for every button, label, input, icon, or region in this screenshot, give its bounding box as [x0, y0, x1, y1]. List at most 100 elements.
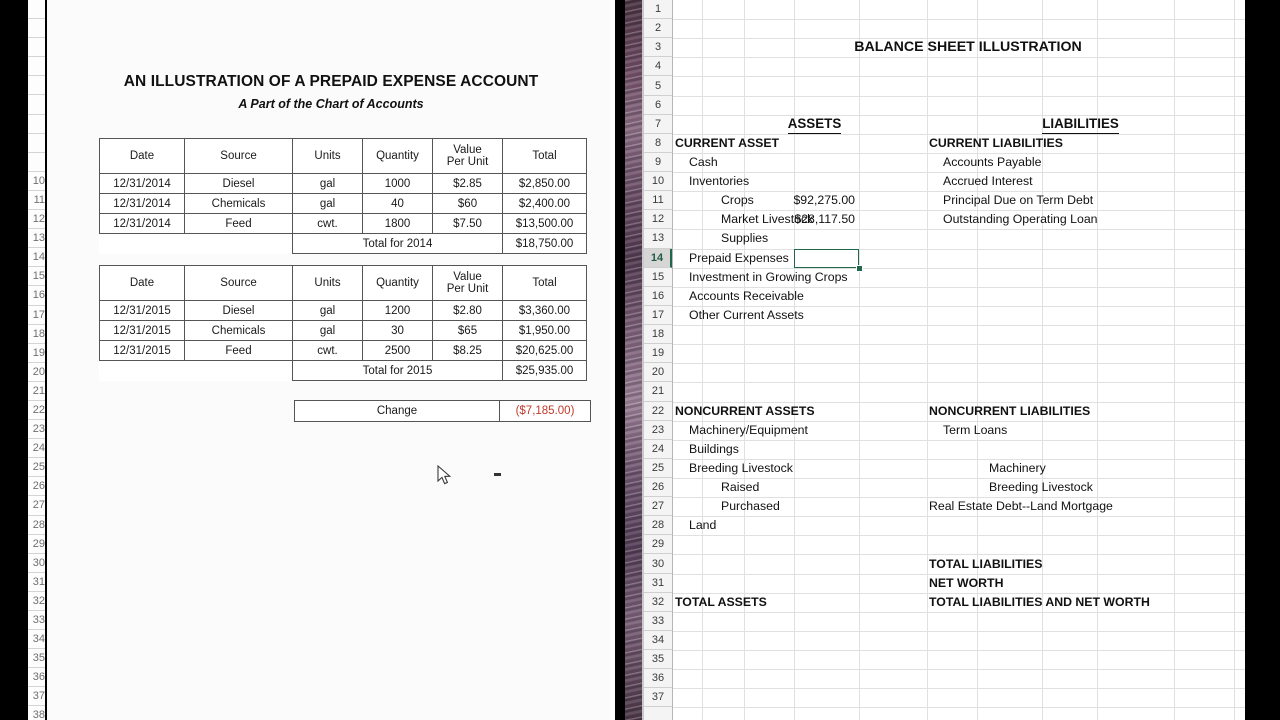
- row-header-15[interactable]: 15: [644, 267, 672, 287]
- current-liabilities-header[interactable]: CURRENT LIABILITIES: [929, 134, 1179, 153]
- total-assets-label[interactable]: TOTAL ASSETS: [675, 593, 935, 612]
- row-header-8[interactable]: 8: [644, 133, 672, 153]
- row-header-22[interactable]: 22: [644, 401, 672, 421]
- liabilities-heading[interactable]: LIABILITIES: [927, 115, 1234, 135]
- asset-item-investment-in-growing-crops[interactable]: Investment in Growing Crops: [689, 268, 949, 287]
- background-row-header: 14: [28, 248, 46, 268]
- noncurrent-assets-header[interactable]: NONCURRENT ASSETS: [675, 402, 935, 421]
- spreadsheet-title[interactable]: BALANCE SHEET ILLUSTRATION: [702, 38, 1234, 57]
- row-header-16[interactable]: 16: [644, 286, 672, 306]
- row-header-12[interactable]: 12: [644, 210, 672, 230]
- liability-item-term-loans[interactable]: Term Loans: [943, 421, 1203, 440]
- row-header-24[interactable]: 24: [644, 439, 672, 459]
- noncurrent-liabilities-header[interactable]: NONCURRENT LIABILITIES: [929, 402, 1189, 421]
- asset-item-accounts-receivable[interactable]: Accounts Receivable: [689, 287, 949, 306]
- liability-item-breeding-livestock[interactable]: Breeding Livestock: [989, 478, 1245, 497]
- cell-qty: 1200: [362, 300, 433, 321]
- row-header-6[interactable]: 6: [644, 95, 672, 115]
- prepaid-expense-table-2014: Date Source Units Quantity Value Per Uni…: [99, 138, 587, 254]
- asset-item-breeding-livestock[interactable]: Breeding Livestock: [689, 459, 949, 478]
- asset-item-machinery-equipment[interactable]: Machinery/Equipment: [689, 421, 949, 440]
- row-header-7[interactable]: 7: [644, 114, 672, 134]
- col-date: Date: [99, 138, 185, 174]
- assets-heading[interactable]: ASSETS: [702, 115, 927, 135]
- background-spreadsheet-sliver: 10 11 12 13 14 15 16 17 18 19 20 21 22 23 24 25 26 27 28 29…: [28, 0, 46, 720]
- total-liabilities-label[interactable]: TOTAL LIABILITIES: [929, 554, 1189, 573]
- row-header-28[interactable]: 28: [644, 516, 672, 536]
- prepaid-expense-table-2015: Date Source Units Quantity Value Per Uni…: [99, 265, 587, 381]
- background-row-header: 18: [28, 325, 46, 344]
- row-header-27[interactable]: 27: [644, 497, 672, 517]
- col-quantity: Quantity: [362, 138, 433, 174]
- row-header-31[interactable]: 31: [644, 573, 672, 593]
- row-header-33[interactable]: 33: [644, 611, 672, 631]
- col-value-per-unit: Value Per Unit: [432, 265, 503, 301]
- row-header-21[interactable]: 21: [644, 382, 672, 402]
- background-row-header: 19: [28, 344, 46, 363]
- row-header-11[interactable]: 11: [644, 191, 672, 211]
- cell-vpu: $8.25: [432, 340, 503, 361]
- liability-item-principal-due-on-term-debt[interactable]: Principal Due on Term Debt: [943, 191, 1193, 210]
- row-header-1[interactable]: 1: [644, 0, 672, 20]
- asset-item-buildings[interactable]: Buildings: [689, 440, 949, 459]
- asset-value-12[interactable]: $28,117.50: [794, 210, 855, 229]
- fill-handle[interactable]: [856, 264, 863, 272]
- row-header-10[interactable]: 10: [644, 172, 672, 192]
- current-asset-header[interactable]: CURRENT ASSET: [675, 134, 915, 153]
- row-header-20[interactable]: 20: [644, 363, 672, 383]
- grid-row-line: [673, 325, 1245, 327]
- background-row-header: 25: [28, 458, 46, 478]
- row-header-2[interactable]: 2: [644, 19, 672, 39]
- net-worth-label[interactable]: NET WORTH: [929, 574, 1189, 593]
- selected-cell[interactable]: [794, 248, 859, 268]
- asset-item-raised[interactable]: Raised: [721, 478, 981, 497]
- asset-item-other-current-assets[interactable]: Other Current Assets: [689, 306, 949, 325]
- row-header-37[interactable]: 37: [644, 688, 672, 708]
- row-header-23[interactable]: 23: [644, 420, 672, 440]
- col-total: Total: [502, 138, 587, 174]
- row-header-9[interactable]: 9: [644, 152, 672, 173]
- cell-units: cwt.: [292, 213, 363, 234]
- cell-units: gal: [292, 320, 363, 341]
- cell-total: $3,360.00: [502, 300, 587, 321]
- row-header-25[interactable]: 25: [644, 458, 672, 478]
- row-header-35[interactable]: 35: [644, 650, 672, 670]
- asset-item-supplies[interactable]: Supplies: [721, 229, 981, 248]
- asset-value-11[interactable]: $92,275.00: [793, 191, 855, 210]
- table-row: 12/31/2014 Feed cwt. 1800 $7.50 $13,500.…: [99, 213, 587, 234]
- row-header-32[interactable]: 32: [644, 592, 672, 612]
- asset-item-cash[interactable]: Cash: [689, 153, 949, 172]
- row-header-34[interactable]: 34: [644, 630, 672, 651]
- cell-date: 12/31/2015: [99, 320, 185, 341]
- liability-item-accrued-interest[interactable]: Accrued Interest: [943, 172, 1193, 191]
- cell-source: Diesel: [184, 300, 293, 321]
- row-header-3[interactable]: 3: [644, 38, 672, 58]
- row-header-14[interactable]: 14: [644, 248, 672, 268]
- row-header-30[interactable]: 30: [644, 554, 672, 574]
- liability-item-accounts-payable[interactable]: Accounts Payable: [943, 153, 1193, 172]
- cell-qty: 40: [362, 193, 433, 214]
- liability-item-machinery[interactable]: Machinery: [989, 459, 1245, 478]
- row-header-36[interactable]: 36: [644, 669, 672, 689]
- row-header-18[interactable]: 18: [644, 325, 672, 345]
- change-value: ($7,185.00): [499, 400, 591, 422]
- col-value-per-unit: Value Per Unit: [432, 138, 503, 174]
- total-label: Total for 2015: [292, 360, 503, 381]
- background-row-header: 10: [28, 172, 46, 191]
- total-liabilities-and-net-worth-label[interactable]: TOTAL LIABILITIES AND NET WORTH: [929, 593, 1161, 612]
- asset-item-inventories[interactable]: Inventories: [689, 172, 949, 191]
- background-row-header: 23: [28, 420, 46, 440]
- row-header-17[interactable]: 17: [644, 305, 672, 326]
- col-quantity: Quantity: [362, 265, 433, 301]
- background-row-header: 24: [28, 439, 46, 459]
- liability-item-outstanding-operating-loan[interactable]: Outstanding Operating Loan: [943, 210, 1193, 229]
- asset-item-land[interactable]: Land: [689, 516, 949, 535]
- row-header-4[interactable]: 4: [644, 57, 672, 77]
- row-header-26[interactable]: 26: [644, 478, 672, 498]
- row-header-29[interactable]: 29: [644, 535, 672, 555]
- liability-item-real-estate-debt-land-mortgage[interactable]: Real Estate Debt--Land Mortgage: [929, 497, 1189, 516]
- cell-qty: 2500: [362, 340, 433, 361]
- row-header-5[interactable]: 5: [644, 76, 672, 96]
- row-header-19[interactable]: 19: [644, 344, 672, 364]
- row-header-13[interactable]: 13: [644, 229, 672, 249]
